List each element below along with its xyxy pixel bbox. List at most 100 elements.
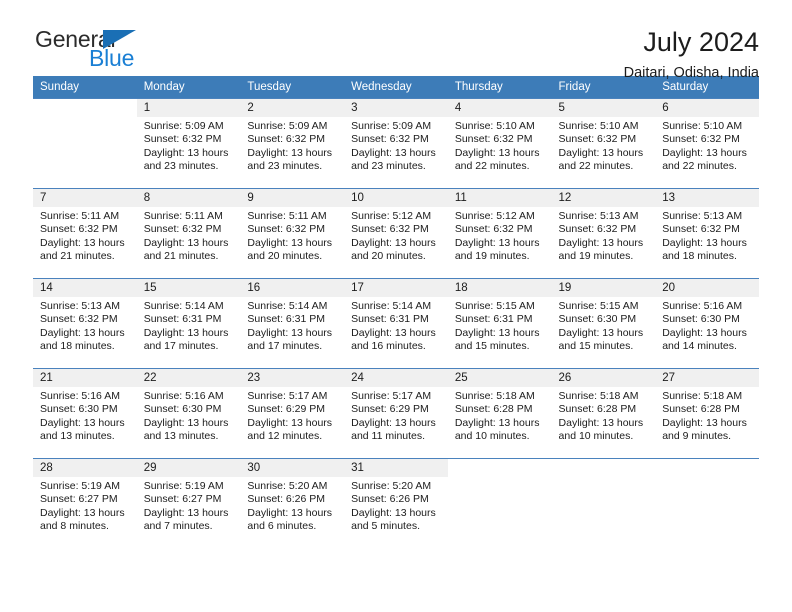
daylight-text: Daylight: 13 hours and 16 minutes. [351, 326, 436, 353]
day-sun-info: Sunrise: 5:12 AM Sunset: 6:32 PM Daylight:… [344, 207, 448, 264]
calendar-day-cell[interactable]: 24 Sunrise: 5:17 AM Sunset: 6:29 PM Dayligh… [344, 368, 448, 459]
calendar-day-cell[interactable]: 29 Sunrise: 5:19 AM Sunset: 6:27 PM Dayligh… [136, 458, 241, 549]
calendar-day-cell[interactable]: 25 Sunrise: 5:18 AM Sunset: 6:28 PM Dayligh… [447, 368, 552, 459]
calendar-day-cell[interactable]: 3 Sunrise: 5:09 AM Sunset: 6:32 PM Daylight… [344, 98, 448, 189]
daylight-text: Daylight: 13 hours and 10 minutes. [454, 416, 540, 443]
day-sun-info: Sunrise: 5:17 AM Sunset: 6:29 PM Daylight:… [240, 387, 344, 444]
day-sun-info: Sunrise: 5:14 AM Sunset: 6:31 PM Daylight:… [137, 297, 241, 354]
day-number: 13 [655, 189, 759, 207]
day-sun-info: Sunrise: 5:16 AM Sunset: 6:30 PM Daylight:… [137, 387, 241, 444]
daylight-text: Daylight: 13 hours and 7 minutes. [143, 506, 229, 533]
sunset-text: Sunset: 6:26 PM [247, 493, 326, 506]
calendar-day-cell[interactable]: 2 Sunrise: 5:09 AM Sunset: 6:32 PM Daylight… [240, 98, 345, 189]
day-number: 30 [240, 459, 345, 477]
sunset-text: Sunset: 6:28 PM [558, 403, 637, 416]
calendar-day-cell[interactable]: 8 Sunrise: 5:11 AM Sunset: 6:32 PM Daylight… [136, 188, 241, 279]
sunrise-text: Sunrise: 5:10 AM [558, 120, 639, 132]
daylight-text: Daylight: 13 hours and 13 minutes. [40, 416, 125, 443]
sunrise-text: Sunrise: 5:14 AM [247, 300, 328, 312]
day-number: 26 [551, 369, 656, 387]
calendar-day-cell[interactable]: 4 Sunrise: 5:10 AM Sunset: 6:32 PM Daylight… [447, 98, 552, 189]
calendar-cell-empty [551, 458, 656, 549]
day-sun-info: Sunrise: 5:19 AM Sunset: 6:27 PM Daylight:… [33, 477, 137, 534]
daylight-text: Daylight: 13 hours and 19 minutes. [558, 236, 644, 263]
calendar-table: Sunday Monday Tuesday Wednesday Thursday… [33, 76, 759, 549]
daylight-text: Daylight: 13 hours and 13 minutes. [143, 416, 229, 443]
logo-word-blue: Blue [89, 45, 135, 71]
calendar-day-cell[interactable]: 19 Sunrise: 5:15 AM Sunset: 6:30 PM Dayligh… [551, 278, 656, 369]
calendar-day-cell[interactable]: 22 Sunrise: 5:16 AM Sunset: 6:30 PM Dayligh… [136, 368, 241, 459]
weekday-header-wednesday: Wednesday [344, 76, 448, 99]
day-number: 25 [447, 369, 552, 387]
sunset-text: Sunset: 6:32 PM [351, 223, 429, 236]
day-sun-info: Sunrise: 5:16 AM Sunset: 6:30 PM Daylight:… [33, 387, 137, 444]
calendar-day-cell[interactable]: 16 Sunrise: 5:14 AM Sunset: 6:31 PM Dayligh… [240, 278, 345, 369]
calendar-day-cell[interactable]: 27 Sunrise: 5:18 AM Sunset: 6:28 PM Dayligh… [655, 368, 759, 459]
calendar-day-cell[interactable]: 31 Sunrise: 5:20 AM Sunset: 6:26 PM Dayligh… [344, 458, 448, 549]
calendar-cell-empty [33, 98, 137, 189]
sunrise-text: Sunrise: 5:09 AM [143, 120, 224, 132]
page-banner: General Blue July 2024 Daitari, Odisha, … [33, 0, 759, 82]
daylight-text: Daylight: 13 hours and 18 minutes. [662, 236, 747, 263]
calendar-week-row: 14 Sunrise: 5:13 AM Sunset: 6:32 PM Dayligh… [33, 278, 759, 369]
daylight-text: Daylight: 13 hours and 17 minutes. [143, 326, 229, 353]
sunrise-text: Sunrise: 5:17 AM [351, 390, 432, 402]
calendar-day-cell[interactable]: 1 Sunrise: 5:09 AM Sunset: 6:32 PM Daylight… [136, 98, 241, 189]
day-number: 7 [33, 189, 137, 207]
day-number: 24 [344, 369, 448, 387]
calendar-day-cell[interactable]: 21 Sunrise: 5:16 AM Sunset: 6:30 PM Dayligh… [33, 368, 137, 459]
calendar-week-row: 1 Sunrise: 5:09 AM Sunset: 6:32 PM Daylight… [33, 98, 759, 189]
daylight-text: Daylight: 13 hours and 23 minutes. [247, 146, 333, 173]
calendar-day-cell[interactable]: 23 Sunrise: 5:17 AM Sunset: 6:29 PM Dayligh… [240, 368, 345, 459]
calendar-day-cell[interactable]: 5 Sunrise: 5:10 AM Sunset: 6:32 PM Daylight… [551, 98, 656, 189]
day-sun-info: Sunrise: 5:16 AM Sunset: 6:30 PM Daylight:… [655, 297, 759, 354]
sunrise-text: Sunrise: 5:19 AM [40, 480, 120, 492]
calendar-day-cell[interactable]: 12 Sunrise: 5:13 AM Sunset: 6:32 PM Dayligh… [551, 188, 656, 279]
calendar-day-cell[interactable]: 26 Sunrise: 5:18 AM Sunset: 6:28 PM Dayligh… [551, 368, 656, 459]
day-number: 1 [136, 99, 241, 117]
daylight-text: Daylight: 13 hours and 9 minutes. [662, 416, 747, 443]
title-block: July 2024 Daitari, Odisha, India [624, 28, 759, 82]
calendar-day-cell[interactable]: 28 Sunrise: 5:19 AM Sunset: 6:27 PM Dayligh… [33, 458, 137, 549]
daylight-text: Daylight: 13 hours and 21 minutes. [143, 236, 229, 263]
calendar-day-cell[interactable]: 15 Sunrise: 5:14 AM Sunset: 6:31 PM Dayligh… [136, 278, 241, 369]
sunset-text: Sunset: 6:31 PM [247, 313, 326, 326]
day-sun-info: Sunrise: 5:18 AM Sunset: 6:28 PM Daylight:… [655, 387, 759, 444]
sunrise-text: Sunrise: 5:18 AM [558, 390, 639, 402]
daylight-text: Daylight: 13 hours and 23 minutes. [143, 146, 229, 173]
sunrise-text: Sunrise: 5:10 AM [662, 120, 743, 132]
sunset-text: Sunset: 6:32 PM [247, 223, 326, 236]
calendar-day-cell[interactable]: 30 Sunrise: 5:20 AM Sunset: 6:26 PM Dayligh… [240, 458, 345, 549]
calendar-day-cell[interactable]: 9 Sunrise: 5:11 AM Sunset: 6:32 PM Daylight… [240, 188, 345, 279]
calendar-day-cell[interactable]: 20 Sunrise: 5:16 AM Sunset: 6:30 PM Dayligh… [655, 278, 759, 369]
calendar-day-cell[interactable]: 14 Sunrise: 5:13 AM Sunset: 6:32 PM Dayligh… [33, 278, 137, 369]
sunset-text: Sunset: 6:32 PM [454, 133, 533, 146]
calendar-day-cell[interactable]: 17 Sunrise: 5:14 AM Sunset: 6:31 PM Dayligh… [344, 278, 448, 369]
calendar-day-cell[interactable]: 10 Sunrise: 5:12 AM Sunset: 6:32 PM Dayligh… [344, 188, 448, 279]
day-sun-info: Sunrise: 5:12 AM Sunset: 6:32 PM Daylight:… [448, 207, 552, 264]
sunset-text: Sunset: 6:32 PM [558, 223, 637, 236]
sunset-text: Sunset: 6:27 PM [143, 493, 222, 506]
calendar-day-cell[interactable]: 18 Sunrise: 5:15 AM Sunset: 6:31 PM Dayligh… [447, 278, 552, 369]
calendar-day-cell[interactable]: 11 Sunrise: 5:12 AM Sunset: 6:32 PM Dayligh… [447, 188, 552, 279]
day-sun-info: Sunrise: 5:13 AM Sunset: 6:32 PM Daylight:… [552, 207, 656, 264]
sunrise-text: Sunrise: 5:15 AM [454, 300, 535, 312]
daylight-text: Daylight: 13 hours and 6 minutes. [247, 506, 333, 533]
sunrise-text: Sunrise: 5:11 AM [247, 210, 327, 222]
day-sun-info: Sunrise: 5:19 AM Sunset: 6:27 PM Daylight:… [137, 477, 241, 534]
day-number: 15 [136, 279, 241, 297]
sunrise-text: Sunrise: 5:18 AM [454, 390, 535, 402]
day-sun-info: Sunrise: 5:17 AM Sunset: 6:29 PM Daylight:… [344, 387, 448, 444]
calendar-day-cell[interactable]: 13 Sunrise: 5:13 AM Sunset: 6:32 PM Dayligh… [655, 188, 759, 279]
calendar-body: 1 Sunrise: 5:09 AM Sunset: 6:32 PM Daylight… [33, 98, 759, 549]
day-sun-info: Sunrise: 5:10 AM Sunset: 6:32 PM Daylight:… [655, 117, 759, 174]
sunset-text: Sunset: 6:28 PM [454, 403, 533, 416]
sunrise-text: Sunrise: 5:14 AM [143, 300, 224, 312]
sunrise-text: Sunrise: 5:09 AM [247, 120, 328, 132]
sunset-text: Sunset: 6:28 PM [662, 403, 740, 416]
day-number: 28 [33, 459, 137, 477]
calendar-day-cell[interactable]: 7 Sunrise: 5:11 AM Sunset: 6:32 PM Daylight… [33, 188, 137, 279]
calendar-week-row: 21 Sunrise: 5:16 AM Sunset: 6:30 PM Dayligh… [33, 368, 759, 459]
general-blue-logo[interactable]: General Blue [33, 28, 193, 80]
calendar-day-cell[interactable]: 6 Sunrise: 5:10 AM Sunset: 6:32 PM Daylight… [655, 98, 759, 189]
